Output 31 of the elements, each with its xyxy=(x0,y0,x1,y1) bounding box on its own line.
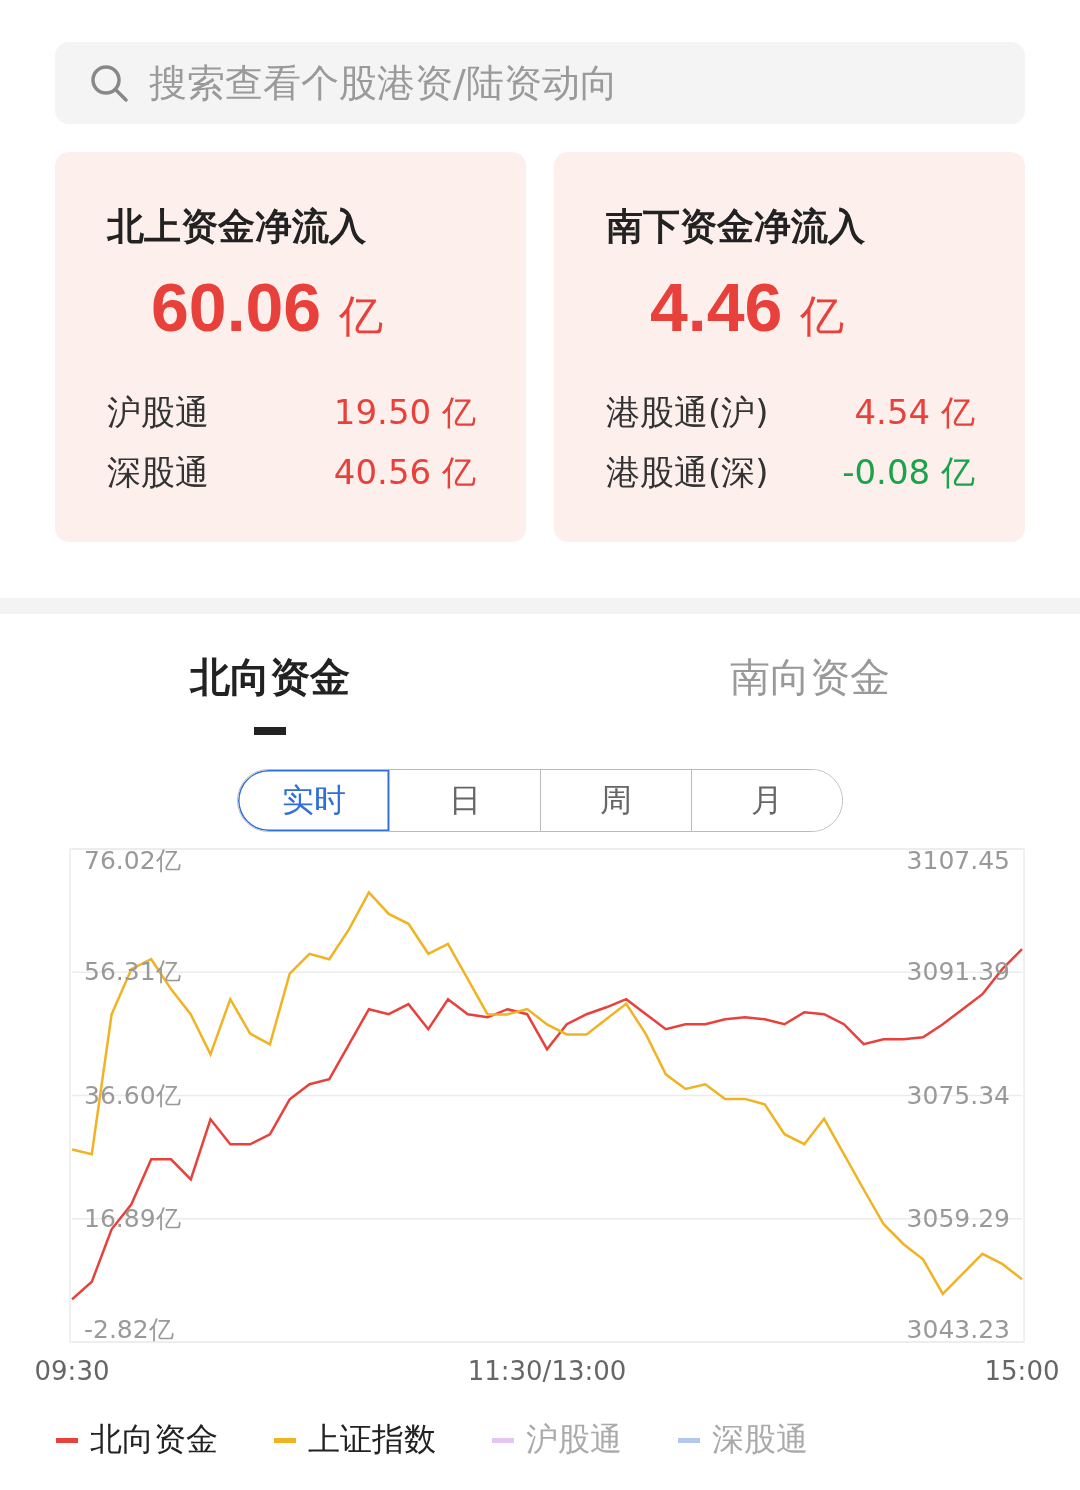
x-axis-label: 09:30 xyxy=(34,1356,110,1386)
y-axis-label: 3107.45 xyxy=(906,846,1010,875)
net-inflow-amount: 4.46 xyxy=(650,268,783,346)
search-input[interactable]: 搜索查看个股港资/陆资动向 xyxy=(147,60,991,106)
y-axis-label: 3075.34 xyxy=(906,1080,1010,1110)
x-axis-label: 15:00 xyxy=(984,1356,1060,1386)
channel-amount: 19.50 亿 xyxy=(333,391,476,434)
channel-amount: 40.56 亿 xyxy=(333,451,476,494)
x-axis-label: 11:30/13:00 xyxy=(467,1356,627,1386)
unit-label: 亿 xyxy=(800,289,845,343)
channel-label: 港股通(深) xyxy=(606,451,769,494)
y-axis-label: -2.82亿 xyxy=(84,1315,174,1344)
channel-label: 沪股通 xyxy=(107,391,209,434)
channel-amount: -0.08 亿 xyxy=(842,451,975,494)
channel-label: 深股通 xyxy=(107,451,209,494)
tab[interactable]: 北向资金 xyxy=(0,650,540,755)
period-button[interactable]: 月 xyxy=(691,770,842,831)
unit-label: 亿 xyxy=(339,289,384,343)
y-axis-label: 3059.29 xyxy=(906,1203,1010,1233)
legend-label[interactable]: 北向资金 xyxy=(90,1418,218,1462)
search-field[interactable]: 搜索查看个股港资/陆资动向 xyxy=(55,42,1025,124)
search-icon xyxy=(89,63,129,103)
channel-amount: 4.54 亿 xyxy=(854,391,975,434)
card-title: 北上资金净流入 xyxy=(107,204,367,250)
period-button[interactable]: 实时 xyxy=(238,770,389,831)
net-inflow-amount: 60.06 xyxy=(151,268,322,346)
y-axis-label: 3043.23 xyxy=(906,1315,1010,1344)
legend-label[interactable]: 上证指数 xyxy=(308,1418,436,1462)
channel-label: 港股通(沪) xyxy=(606,391,769,434)
y-axis-label: 76.02亿 xyxy=(84,846,181,875)
card-title: 南下资金净流入 xyxy=(606,204,866,250)
